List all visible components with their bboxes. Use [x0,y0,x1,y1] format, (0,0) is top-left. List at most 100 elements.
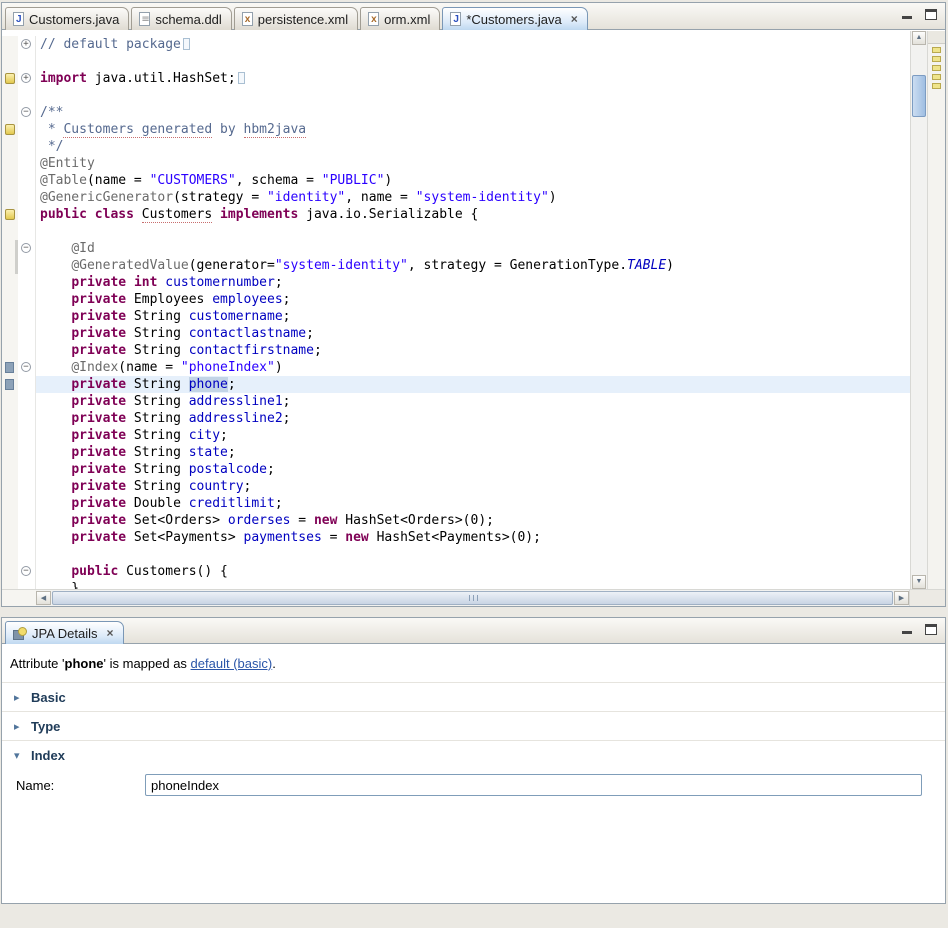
editor-tab[interactable]: Customers.java [5,7,129,30]
code-line[interactable]: public class Customers implements java.i… [2,206,910,223]
horizontal-scrollbar[interactable]: ◀ ▶ [36,589,909,606]
code-line[interactable]: − public Customers() { [2,563,910,580]
code-line[interactable]: private Employees employees; [2,291,910,308]
code-line[interactable]: private String city; [2,427,910,444]
editor-tab[interactable]: orm.xml [360,7,440,30]
tab-jpa-details[interactable]: JPA Details × [5,621,124,644]
fold-collapse-icon[interactable]: − [21,566,31,576]
code-line[interactable]: private String country; [2,478,910,495]
code-line[interactable] [2,223,910,240]
pane-sash[interactable] [0,607,948,617]
code-line[interactable]: − @Index(name = "phoneIndex") [2,359,910,376]
code-line[interactable]: private String contactlastname; [2,325,910,342]
gutter-fold-column [18,138,36,155]
code-text: private String contactlastname; [36,325,910,342]
code-line[interactable] [2,53,910,70]
section-index[interactable]: ▾ Index Name: [2,740,945,808]
scroll-up-icon[interactable]: ▲ [912,31,926,45]
editor-tab-bar: Customers.javaschema.ddlpersistence.xmlo… [2,3,945,30]
gutter-fold-column [18,546,36,563]
editor-tab[interactable]: *Customers.java× [442,7,587,30]
section-basic[interactable]: ▸ Basic [2,682,945,711]
chevron-right-icon[interactable]: ▸ [14,691,24,704]
code-text: private String addressline1; [36,393,910,410]
collapsed-region-box[interactable] [183,38,190,50]
code-line[interactable]: private String customername; [2,308,910,325]
code-line[interactable]: */ [2,138,910,155]
jpa-window-buttons [901,624,937,635]
code-line[interactable] [2,87,910,104]
code-text: private Set<Orders> orderses = new HashS… [36,512,910,529]
code-line[interactable]: +// default package [2,36,910,53]
section-basic-label: Basic [31,690,66,705]
scroll-down-icon[interactable]: ▼ [912,575,926,589]
code-line[interactable]: private Set<Orders> orderses = new HashS… [2,512,910,529]
annotation-mark[interactable] [932,65,941,71]
attribute-marker-icon [5,379,14,390]
fold-collapse-icon[interactable]: − [21,243,31,253]
scroll-right-icon[interactable]: ▶ [894,591,909,605]
gutter-marker-column [2,308,18,325]
code-text: @Id [36,240,910,257]
gutter-fold-column [18,291,36,308]
vertical-scrollbar[interactable]: ▲ ▼ [910,31,927,589]
chevron-down-icon[interactable]: ▾ [14,749,24,762]
vertical-scrollbar-thumb[interactable] [912,75,926,117]
code-line[interactable]: private String postalcode; [2,461,910,478]
gutter-marker-column [2,376,18,393]
gutter-marker-column [2,240,18,257]
code-line[interactable]: private Double creditlimit; [2,495,910,512]
code-line[interactable]: * Customers generated by hbm2java [2,121,910,138]
close-icon[interactable]: × [571,12,578,26]
code-line[interactable]: @GenericGenerator(strategy = "identity",… [2,189,910,206]
code-line[interactable]: −/** [2,104,910,121]
code-area[interactable]: +// default package +import java.util.Has… [2,31,910,589]
code-line[interactable]: private String addressline1; [2,393,910,410]
chevron-right-icon[interactable]: ▸ [14,720,24,733]
fold-expand-icon[interactable]: + [21,39,31,49]
annotation-mark[interactable] [932,74,941,80]
code-line[interactable]: @GeneratedValue(generator="system-identi… [2,257,910,274]
editor-tab[interactable]: schema.ddl [131,7,231,30]
maximize-icon[interactable] [925,624,937,635]
code-line[interactable]: − @Id [2,240,910,257]
scroll-left-icon[interactable]: ◀ [36,591,51,605]
code-line[interactable]: private Set<Payments> paymentses = new H… [2,529,910,546]
gutter-marker-column [2,580,18,589]
gutter-fold-column [18,512,36,529]
overview-ruler[interactable] [927,31,945,589]
annotation-mark[interactable] [932,56,941,62]
code-line[interactable]: private String addressline2; [2,410,910,427]
annotation-mark[interactable] [932,47,941,53]
code-text: private Employees employees; [36,291,910,308]
code-line[interactable]: private String phone; [2,376,910,393]
horizontal-scrollbar-thumb[interactable] [52,591,893,605]
code-line[interactable]: } [2,580,910,589]
tab-label: JPA Details [32,626,98,641]
code-line[interactable] [2,546,910,563]
code-line[interactable]: private String state; [2,444,910,461]
editor-tab[interactable]: persistence.xml [234,7,358,30]
scrollbar-corner-left [2,589,36,606]
gutter-marker-column [2,53,18,70]
mapping-type-link[interactable]: default (basic) [191,656,273,671]
code-line[interactable]: private String contactfirstname; [2,342,910,359]
fold-collapse-icon[interactable]: − [21,107,31,117]
index-name-input[interactable] [145,774,922,796]
close-icon[interactable]: × [107,626,114,640]
xml-file-icon [242,12,253,26]
fold-collapse-icon[interactable]: − [21,362,31,372]
section-type[interactable]: ▸ Type [2,711,945,740]
maximize-icon[interactable] [925,9,937,20]
code-line[interactable]: @Table(name = "CUSTOMERS", schema = "PUB… [2,172,910,189]
annotation-mark[interactable] [932,83,941,89]
fold-expand-icon[interactable]: + [21,73,31,83]
collapsed-region-box[interactable] [238,72,245,84]
minimize-icon[interactable] [901,9,914,20]
code-text: private String postalcode; [36,461,910,478]
minimize-icon[interactable] [901,624,914,635]
code-line[interactable]: private int customernumber; [2,274,910,291]
gutter-fold-column [18,223,36,240]
code-line[interactable]: +import java.util.HashSet; [2,70,910,87]
code-line[interactable]: @Entity [2,155,910,172]
